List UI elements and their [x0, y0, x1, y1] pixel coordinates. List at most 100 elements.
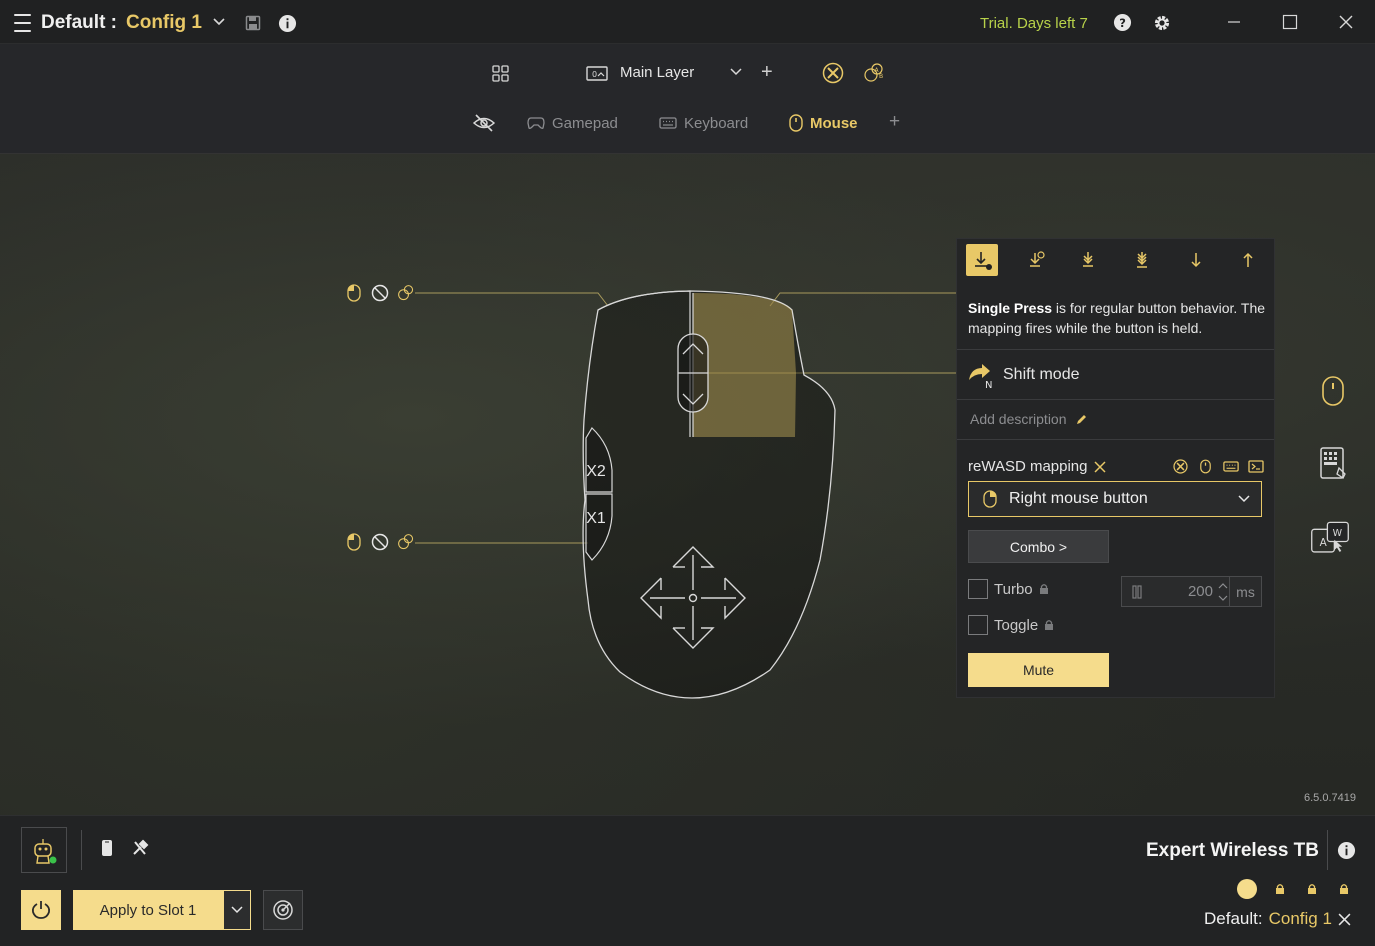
side-button-bindings [344, 532, 416, 552]
interval-unit: ms [1229, 577, 1261, 606]
layer-selector[interactable]: Main Layer [620, 64, 694, 81]
version-label: 6.5.0.7419 [1304, 792, 1356, 804]
divider [81, 830, 82, 870]
close-button[interactable] [1334, 10, 1358, 34]
triple-press-tab[interactable] [1126, 244, 1158, 276]
terminal-icon[interactable] [1247, 458, 1264, 475]
divider [957, 439, 1274, 440]
stepper-icon[interactable] [1217, 579, 1229, 605]
toggle-checkbox[interactable] [968, 615, 988, 635]
mouse-settings-icon[interactable] [1313, 371, 1353, 411]
release-tab[interactable] [1232, 244, 1264, 276]
single-press-tab[interactable] [966, 244, 998, 276]
add-device-tab-button[interactable]: + [889, 111, 900, 133]
clear-mapping-icon[interactable] [1093, 460, 1106, 473]
info-icon[interactable] [1337, 841, 1357, 861]
disabled-icon[interactable] [370, 532, 390, 552]
tab-label: Gamepad [552, 114, 618, 132]
disabled-icon[interactable] [370, 283, 390, 303]
mouse-icon [789, 114, 803, 132]
xbox-controller-icon[interactable] [821, 61, 845, 85]
footer-profile-name: Default: [1204, 909, 1263, 928]
long-press-tab[interactable] [1020, 244, 1052, 276]
power-icon [31, 901, 51, 919]
tab-gamepad[interactable]: Gamepad [527, 112, 618, 134]
turbo-label: Turbo [994, 580, 1033, 598]
start-press-tab[interactable] [1180, 244, 1212, 276]
long-press-icon [1030, 251, 1045, 267]
mute-button[interactable]: Mute [968, 653, 1109, 687]
interval-value: 200 [1187, 583, 1213, 600]
autodetect-button[interactable] [21, 827, 67, 873]
tab-label: Keyboard [684, 114, 749, 132]
left-button-bindings [344, 283, 416, 303]
trial-status[interactable]: Trial. Days left 7 [980, 15, 1088, 32]
mapping-dropdown[interactable]: Right mouse button [968, 481, 1262, 517]
mapping-value: Right mouse button [1009, 490, 1148, 507]
xbox-controller-icon[interactable] [1172, 458, 1189, 475]
turbo-interval-input[interactable]: 200 ms [1121, 576, 1262, 607]
mouse-left-icon[interactable] [344, 283, 364, 303]
apply-button[interactable]: Apply to Slot 1 [73, 890, 223, 930]
minimize-button[interactable] [1222, 10, 1246, 34]
chevron-down-icon [1238, 495, 1250, 503]
toggle-option: Toggle [968, 615, 1054, 635]
gear-icon[interactable] [1151, 12, 1173, 34]
lock-icon [1303, 880, 1321, 898]
info-icon[interactable] [277, 13, 297, 33]
pencil-icon [1076, 414, 1086, 424]
double-press-icon [1083, 252, 1093, 267]
close-icon[interactable] [1338, 913, 1351, 926]
mapping-source-icons [1172, 458, 1264, 475]
mouse-right-icon [983, 490, 997, 508]
slot-1-indicator[interactable] [1237, 879, 1257, 899]
chevron-down-icon[interactable] [210, 12, 228, 32]
arrow-down-icon [1191, 253, 1201, 268]
target-button[interactable] [263, 890, 303, 930]
turbo-checkbox[interactable] [968, 579, 988, 599]
config-name[interactable]: Config 1 [126, 12, 202, 34]
combo-button[interactable]: Combo > [968, 530, 1109, 563]
add-layer-button[interactable]: + [761, 61, 777, 84]
single-press-icon [975, 252, 992, 270]
virtual-controller-icon[interactable] [396, 532, 416, 552]
mobile-icon[interactable] [101, 839, 117, 859]
svg-text:A: A [1320, 537, 1328, 549]
shift-mode-label[interactable]: Shift mode [1003, 366, 1079, 384]
x1-label: X1 [586, 510, 606, 527]
menu-icon[interactable] [10, 12, 34, 34]
footer-config-name[interactable]: Config 1 [1269, 909, 1332, 929]
tab-mouse[interactable]: Mouse [789, 112, 858, 134]
grid-view-icon[interactable] [490, 63, 510, 83]
slot-config-info: Default: Config 1 [1204, 909, 1351, 929]
add-description-placeholder: Add description [970, 411, 1067, 427]
keyboard-icon[interactable] [1222, 458, 1239, 475]
triple-press-icon [1137, 252, 1147, 268]
text-input-icon[interactable]: AW [1310, 518, 1350, 558]
svg-text:0: 0 [592, 70, 597, 79]
tools-icon[interactable] [131, 839, 151, 859]
mouse-left-icon[interactable] [344, 532, 364, 552]
divider [1327, 830, 1328, 870]
hide-unmapped-toggle[interactable] [472, 112, 496, 134]
virtual-keyboard-icon[interactable] [1313, 444, 1353, 484]
profile-name: Default : [41, 12, 117, 33]
power-button[interactable] [21, 890, 61, 930]
divider [957, 349, 1274, 350]
chevron-down-icon [231, 906, 243, 914]
chevron-down-icon[interactable] [728, 64, 744, 80]
add-description-field[interactable]: Add description [970, 411, 1088, 427]
shift-mode-icon[interactable]: N [966, 362, 996, 391]
save-icon[interactable] [244, 14, 262, 32]
double-press-tab[interactable] [1072, 244, 1104, 276]
slot-indicators [1237, 879, 1353, 899]
virtual-controller-icon[interactable] [396, 283, 416, 303]
help-icon[interactable]: ? [1112, 12, 1132, 32]
virtual-controller-icon[interactable]: AB [862, 61, 886, 85]
pause-icon [1132, 584, 1142, 599]
apply-dropdown-button[interactable] [223, 890, 251, 930]
mouse-icon[interactable] [1197, 458, 1214, 475]
tab-keyboard[interactable]: Keyboard [659, 112, 748, 134]
layer-icon: 0 [585, 62, 609, 84]
maximize-button[interactable] [1278, 10, 1302, 34]
